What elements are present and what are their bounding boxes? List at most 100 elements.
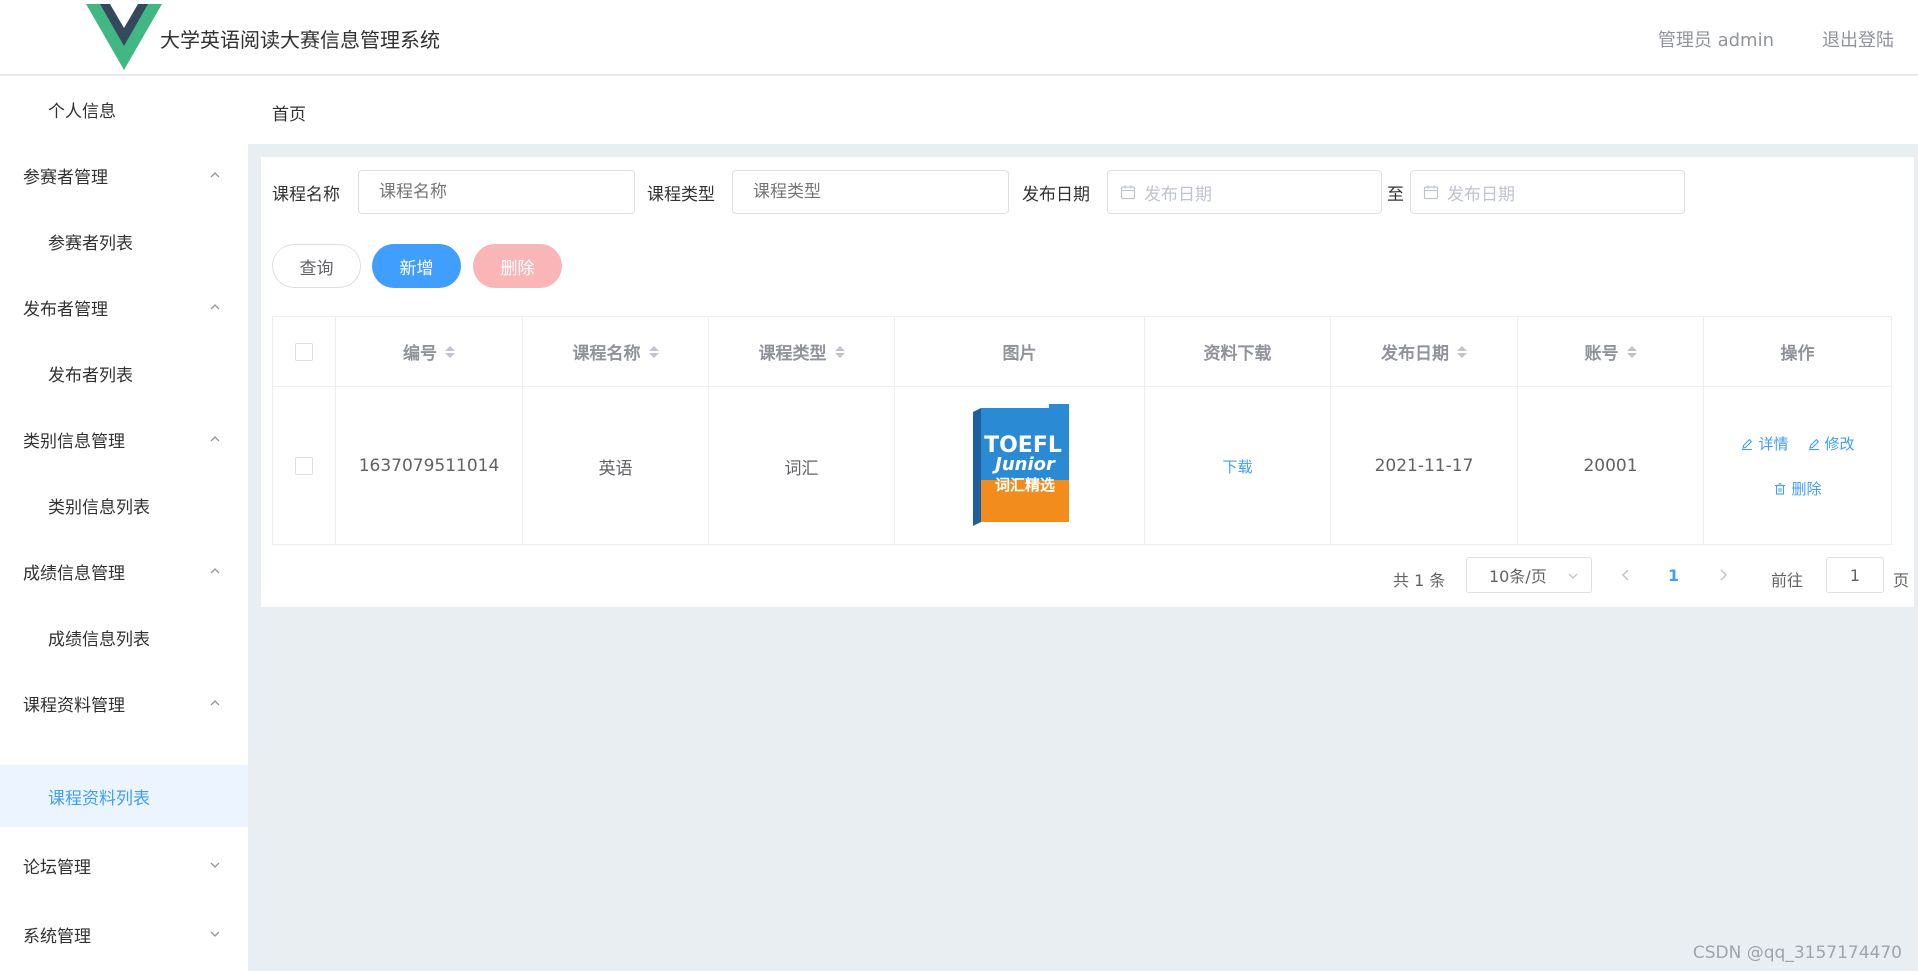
header-label: 课程类型 bbox=[758, 344, 827, 364]
date-end-picker[interactable]: 发布日期 bbox=[1410, 170, 1685, 214]
sidebar-group-scores[interactable]: 成绩信息管理 bbox=[0, 538, 248, 604]
content-card: 课程名称 课程类型 发布日期 发布日期 至 发布日期 查询 新增 删除 编号 课… bbox=[261, 157, 1914, 607]
sidebar-item-label: 系统管理 bbox=[23, 926, 91, 947]
goto-suffix: 页 bbox=[1893, 571, 1910, 590]
date-start-picker[interactable]: 发布日期 bbox=[1107, 170, 1382, 214]
breadcrumb-home[interactable]: 首页 bbox=[272, 100, 306, 125]
header-label: 资料下载 bbox=[1203, 344, 1272, 364]
sidebar-item-category-list[interactable]: 类别信息列表 bbox=[0, 472, 248, 538]
sort-icon[interactable] bbox=[445, 345, 455, 358]
sidebar-item-publisher-list[interactable]: 发布者列表 bbox=[0, 340, 248, 406]
cell-actions: 详情 修改 删除 bbox=[1704, 387, 1891, 545]
logout-link[interactable]: 退出登陆 bbox=[1822, 26, 1894, 52]
cell-download: 下载 bbox=[1145, 387, 1331, 545]
sort-icon[interactable] bbox=[1457, 345, 1467, 358]
sidebar-item-label: 参赛者列表 bbox=[48, 233, 133, 254]
sidebar-item-score-list[interactable]: 成绩信息列表 bbox=[0, 604, 248, 670]
detail-button[interactable]: 详情 bbox=[1740, 433, 1789, 454]
download-link[interactable]: 下载 bbox=[1222, 456, 1252, 477]
header-image: 图片 bbox=[895, 317, 1145, 387]
header-label: 图片 bbox=[1002, 344, 1037, 364]
edit-icon bbox=[1808, 438, 1819, 450]
cell-account: 20001 bbox=[1518, 387, 1704, 545]
sidebar-item-label: 成绩信息管理 bbox=[23, 563, 125, 584]
sidebar-item-label: 课程资料列表 bbox=[48, 788, 150, 809]
header-account[interactable]: 账号 bbox=[1518, 317, 1704, 387]
sidebar-item-participant-list[interactable]: 参赛者列表 bbox=[0, 208, 248, 274]
header-select-all bbox=[273, 317, 336, 387]
header-id[interactable]: 编号 bbox=[336, 317, 523, 387]
chevron-up-icon bbox=[210, 172, 220, 178]
sort-icon[interactable] bbox=[648, 345, 659, 358]
edit-button[interactable]: 修改 bbox=[1807, 433, 1855, 454]
sidebar-item-course-material-list[interactable]: 课程资料列表 bbox=[0, 765, 248, 827]
select-all-checkbox[interactable] bbox=[295, 342, 313, 361]
chevron-down-icon bbox=[210, 931, 220, 937]
course-name-input[interactable] bbox=[358, 170, 635, 214]
header-publish-date[interactable]: 发布日期 bbox=[1331, 317, 1518, 387]
header-label: 发布日期 bbox=[1381, 344, 1449, 364]
header-label: 操作 bbox=[1780, 344, 1815, 364]
header-actions: 操作 bbox=[1704, 317, 1891, 387]
trash-icon bbox=[1775, 482, 1786, 495]
course-type-label: 课程类型 bbox=[647, 185, 715, 205]
header-label: 账号 bbox=[1584, 344, 1619, 364]
course-name-label: 课程名称 bbox=[272, 185, 340, 205]
chevron-up-icon bbox=[210, 568, 220, 574]
top-header: 大学英语阅读大赛信息管理系统 管理员 admin 退出登陆 bbox=[0, 0, 1918, 75]
sidebar-item-label: 个人信息 bbox=[48, 101, 116, 122]
sidebar-item-label: 论坛管理 bbox=[23, 857, 91, 878]
page-number-current[interactable]: 1 bbox=[1668, 566, 1679, 585]
sidebar-group-forum[interactable]: 论坛管理 bbox=[0, 832, 248, 898]
chevron-down-icon bbox=[210, 862, 220, 868]
header-label: 编号 bbox=[403, 344, 437, 364]
next-page-icon[interactable] bbox=[1716, 567, 1730, 583]
chevron-up-icon bbox=[210, 700, 220, 706]
edit-label: 修改 bbox=[1824, 435, 1855, 453]
sidebar-group-publishers[interactable]: 发布者管理 bbox=[0, 274, 248, 340]
course-material-table: 编号 课程名称 课程类型 图片 资料下载 发布日期 账号 操作 16370795… bbox=[272, 316, 1892, 545]
cell-publish-date: 2021-11-17 bbox=[1331, 387, 1518, 545]
book-cover-image: TOEFL Junior 词汇精选 bbox=[972, 404, 1069, 526]
header-course-name[interactable]: 课程名称 bbox=[523, 317, 709, 387]
cell-course-type: 词汇 bbox=[709, 387, 895, 545]
sidebar-item-label: 成绩信息列表 bbox=[48, 629, 150, 650]
sidebar-item-personal-info[interactable]: 个人信息 bbox=[0, 76, 248, 142]
goto-page-input[interactable] bbox=[1826, 557, 1884, 593]
sidebar-group-course-materials[interactable]: 课程资料管理 bbox=[0, 670, 248, 736]
row-delete-button[interactable]: 删除 bbox=[1773, 478, 1822, 499]
sidebar-item-label: 类别信息列表 bbox=[48, 497, 150, 518]
prev-page-icon[interactable] bbox=[1619, 567, 1633, 583]
sidebar-item-label: 课程资料管理 bbox=[23, 695, 125, 716]
sidebar-group-system[interactable]: 系统管理 bbox=[0, 901, 248, 967]
vue-logo-icon bbox=[86, 4, 162, 70]
row-checkbox[interactable] bbox=[295, 457, 313, 475]
date-end-placeholder: 发布日期 bbox=[1447, 184, 1515, 205]
breadcrumb-bar: 首页 bbox=[248, 76, 1918, 144]
sort-icon[interactable] bbox=[834, 345, 845, 358]
sort-icon[interactable] bbox=[1626, 345, 1637, 358]
pagination-total: 共 1 条 bbox=[1393, 571, 1446, 590]
cell-id: 1637079511014 bbox=[336, 387, 523, 545]
delete-label: 删除 bbox=[1791, 480, 1822, 498]
batch-delete-button[interactable]: 删除 bbox=[473, 244, 562, 288]
watermark: CSDN @qq_3157174470 bbox=[1692, 943, 1902, 963]
add-button[interactable]: 新增 bbox=[372, 244, 461, 288]
query-button[interactable]: 查询 bbox=[272, 244, 361, 288]
course-type-input[interactable] bbox=[732, 170, 1009, 214]
page-size-select[interactable]: 10条/页 bbox=[1466, 557, 1592, 593]
publish-date-label: 发布日期 bbox=[1022, 185, 1090, 205]
chevron-down-icon bbox=[1568, 573, 1578, 579]
sidebar-item-label: 参赛者管理 bbox=[23, 167, 108, 188]
svg-text:词汇精选: 词汇精选 bbox=[994, 476, 1054, 494]
header-course-type[interactable]: 课程类型 bbox=[709, 317, 895, 387]
header-download: 资料下载 bbox=[1145, 317, 1331, 387]
svg-text:Junior: Junior bbox=[992, 454, 1056, 475]
app-title: 大学英语阅读大赛信息管理系统 bbox=[160, 28, 440, 52]
cell-course-name: 英语 bbox=[523, 387, 709, 545]
sidebar-menu: 个人信息 参赛者管理 参赛者列表 发布者管理 发布者列表 类别信息管理 类别信息… bbox=[0, 76, 248, 971]
sidebar-group-categories[interactable]: 类别信息管理 bbox=[0, 406, 248, 472]
sidebar-group-participants[interactable]: 参赛者管理 bbox=[0, 142, 248, 208]
calendar-icon bbox=[1120, 185, 1136, 200]
edit-icon bbox=[1742, 438, 1753, 450]
